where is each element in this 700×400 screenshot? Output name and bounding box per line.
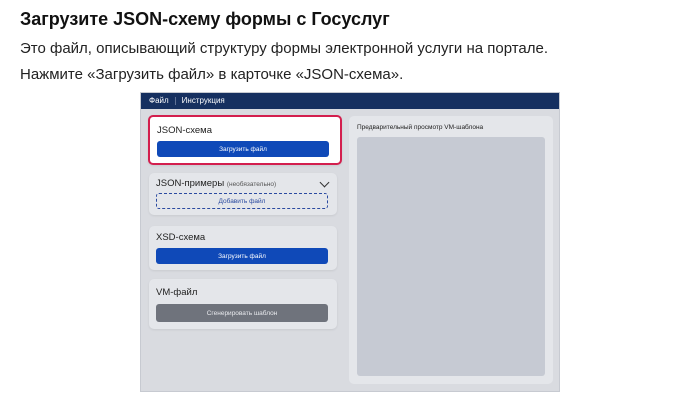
add-json-example-button[interactable]: Добавить файл (156, 193, 328, 209)
menu-separator (174, 97, 176, 105)
vm-preview-panel: Предварительный просмотр VM-шаблона (349, 116, 553, 384)
preview-area[interactable] (357, 137, 545, 376)
card-json-schema-title: JSON-схема (157, 125, 212, 136)
menu-bar: Файл Инструкция (141, 93, 559, 109)
card-xsd-schema: XSD-схема Загрузить файл (149, 226, 337, 270)
card-xsd-schema-title: XSD-схема (156, 232, 206, 243)
app-screenshot: Файл Инструкция JSON-схема Загрузить фай… (140, 92, 560, 392)
card-vm-file: VM-файл Сгенерировать шаблон (149, 279, 337, 329)
preview-title: Предварительный просмотр VM-шаблона (357, 124, 484, 131)
optional-note: (необязательно) (226, 181, 277, 188)
card-json-examples: JSON-примеры (необязательно) Добавить фа… (149, 173, 337, 215)
card-json-examples-label: JSON-примеры (156, 178, 225, 189)
card-json-schema: JSON-схема Загрузить файл (148, 115, 342, 165)
upload-json-schema-button[interactable]: Загрузить файл (157, 141, 329, 157)
page-heading: Загрузите JSON-схему формы с Госуслуг (20, 9, 390, 29)
upload-xsd-schema-button[interactable]: Загрузить файл (156, 248, 328, 264)
generate-template-button[interactable]: Сгенерировать шаблон (156, 304, 328, 322)
card-vm-file-title: VM-файл (156, 287, 198, 298)
chevron-down-icon[interactable] (319, 177, 330, 188)
instruction-line-1: Это файл, описывающий структуру формы эл… (20, 40, 549, 57)
instruction-line-2: Нажмите «Загрузить файл» в карточке «JSO… (20, 66, 404, 83)
menu-instructions[interactable]: Инструкция (182, 93, 225, 109)
menu-file[interactable]: Файл (149, 93, 169, 109)
card-json-examples-title: JSON-примеры (необязательно) (156, 178, 276, 189)
